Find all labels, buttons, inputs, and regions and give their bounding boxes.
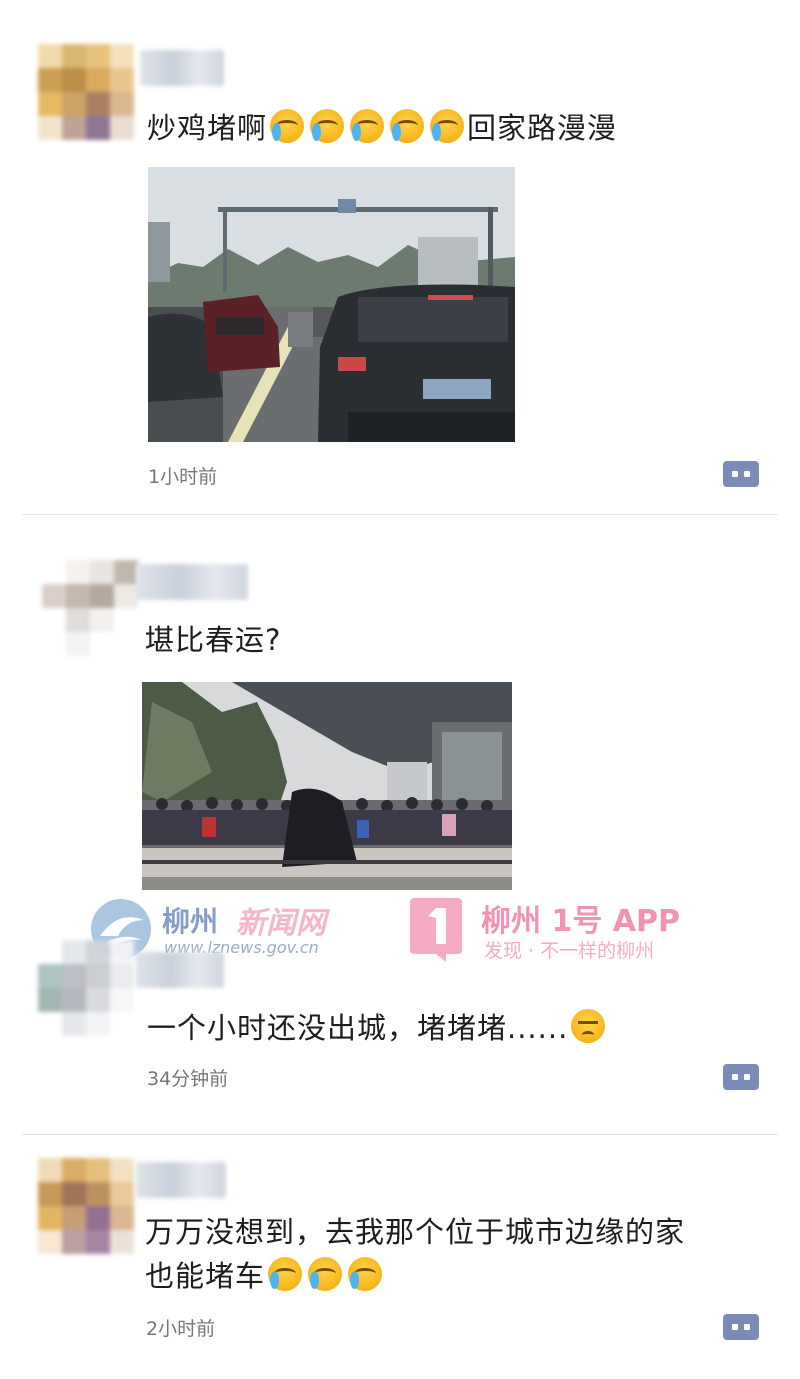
post-time: 2小时前 bbox=[146, 1318, 216, 1340]
app-title: 柳州 1号 APP bbox=[481, 904, 680, 939]
face-with-tears-of-joy-icon bbox=[270, 109, 305, 143]
face-with-tears-of-joy-icon bbox=[308, 1257, 343, 1291]
pensive-face-icon bbox=[571, 1009, 606, 1043]
post-text-line2: 也能堵车 bbox=[145, 1254, 385, 1298]
lznews-brand: 柳州 bbox=[162, 905, 219, 938]
post-text-line2-body: 也能堵车 bbox=[145, 1259, 266, 1293]
moment-post-4: 万万没想到，去我那个位于城市边缘的家 也能堵车 2小时前 bbox=[0, 1158, 800, 1379]
station-crowd-photo[interactable] bbox=[142, 682, 512, 890]
post-text-part1: 炒鸡堵啊 bbox=[147, 111, 268, 145]
comment-dots-icon[interactable] bbox=[723, 1314, 759, 1340]
divider bbox=[22, 514, 778, 515]
post-text-line1: 万万没想到，去我那个位于城市边缘的家 bbox=[145, 1215, 686, 1249]
post-text: 堪比春运? bbox=[145, 623, 282, 657]
comment-dots-icon[interactable] bbox=[723, 461, 759, 487]
avatar[interactable] bbox=[38, 1158, 134, 1254]
avatar[interactable] bbox=[42, 560, 138, 656]
user-name[interactable] bbox=[140, 50, 224, 86]
user-name[interactable] bbox=[136, 952, 224, 988]
face-with-tears-of-joy-icon bbox=[310, 109, 345, 143]
post-text-body: 一个小时还没出城，堵堵堵...... bbox=[147, 1011, 569, 1045]
post-text: 一个小时还没出城，堵堵堵...... bbox=[147, 1006, 608, 1050]
avatar[interactable] bbox=[38, 44, 134, 140]
post-text-part2: 回家路漫漫 bbox=[467, 111, 618, 145]
face-with-tears-of-joy-icon bbox=[268, 1257, 303, 1291]
post-time: 1小时前 bbox=[148, 466, 218, 488]
comment-dots-icon[interactable] bbox=[723, 1064, 759, 1090]
face-with-tears-of-joy-icon bbox=[350, 109, 385, 143]
user-name[interactable] bbox=[136, 1162, 226, 1198]
face-with-tears-of-joy-icon bbox=[390, 109, 425, 143]
traffic-jam-photo[interactable] bbox=[148, 167, 515, 442]
face-with-tears-of-joy-icon bbox=[348, 1257, 383, 1291]
post-time: 34分钟前 bbox=[147, 1068, 229, 1090]
post-text: 炒鸡堵啊 回家路漫漫 bbox=[147, 106, 617, 150]
avatar[interactable] bbox=[38, 940, 134, 1036]
moment-post-1: 炒鸡堵啊 回家路漫漫 1小时前 bbox=[0, 0, 800, 515]
face-with-tears-of-joy-icon bbox=[430, 109, 465, 143]
user-name[interactable] bbox=[136, 564, 248, 600]
moment-post-3: 一个小时还没出城，堵堵堵...... 34分钟前 bbox=[0, 940, 800, 1120]
lznews-brand-stylized: 新闻网 bbox=[236, 906, 326, 941]
moment-post-2: 堪比春运? bbox=[0, 560, 800, 890]
divider bbox=[22, 1134, 778, 1135]
